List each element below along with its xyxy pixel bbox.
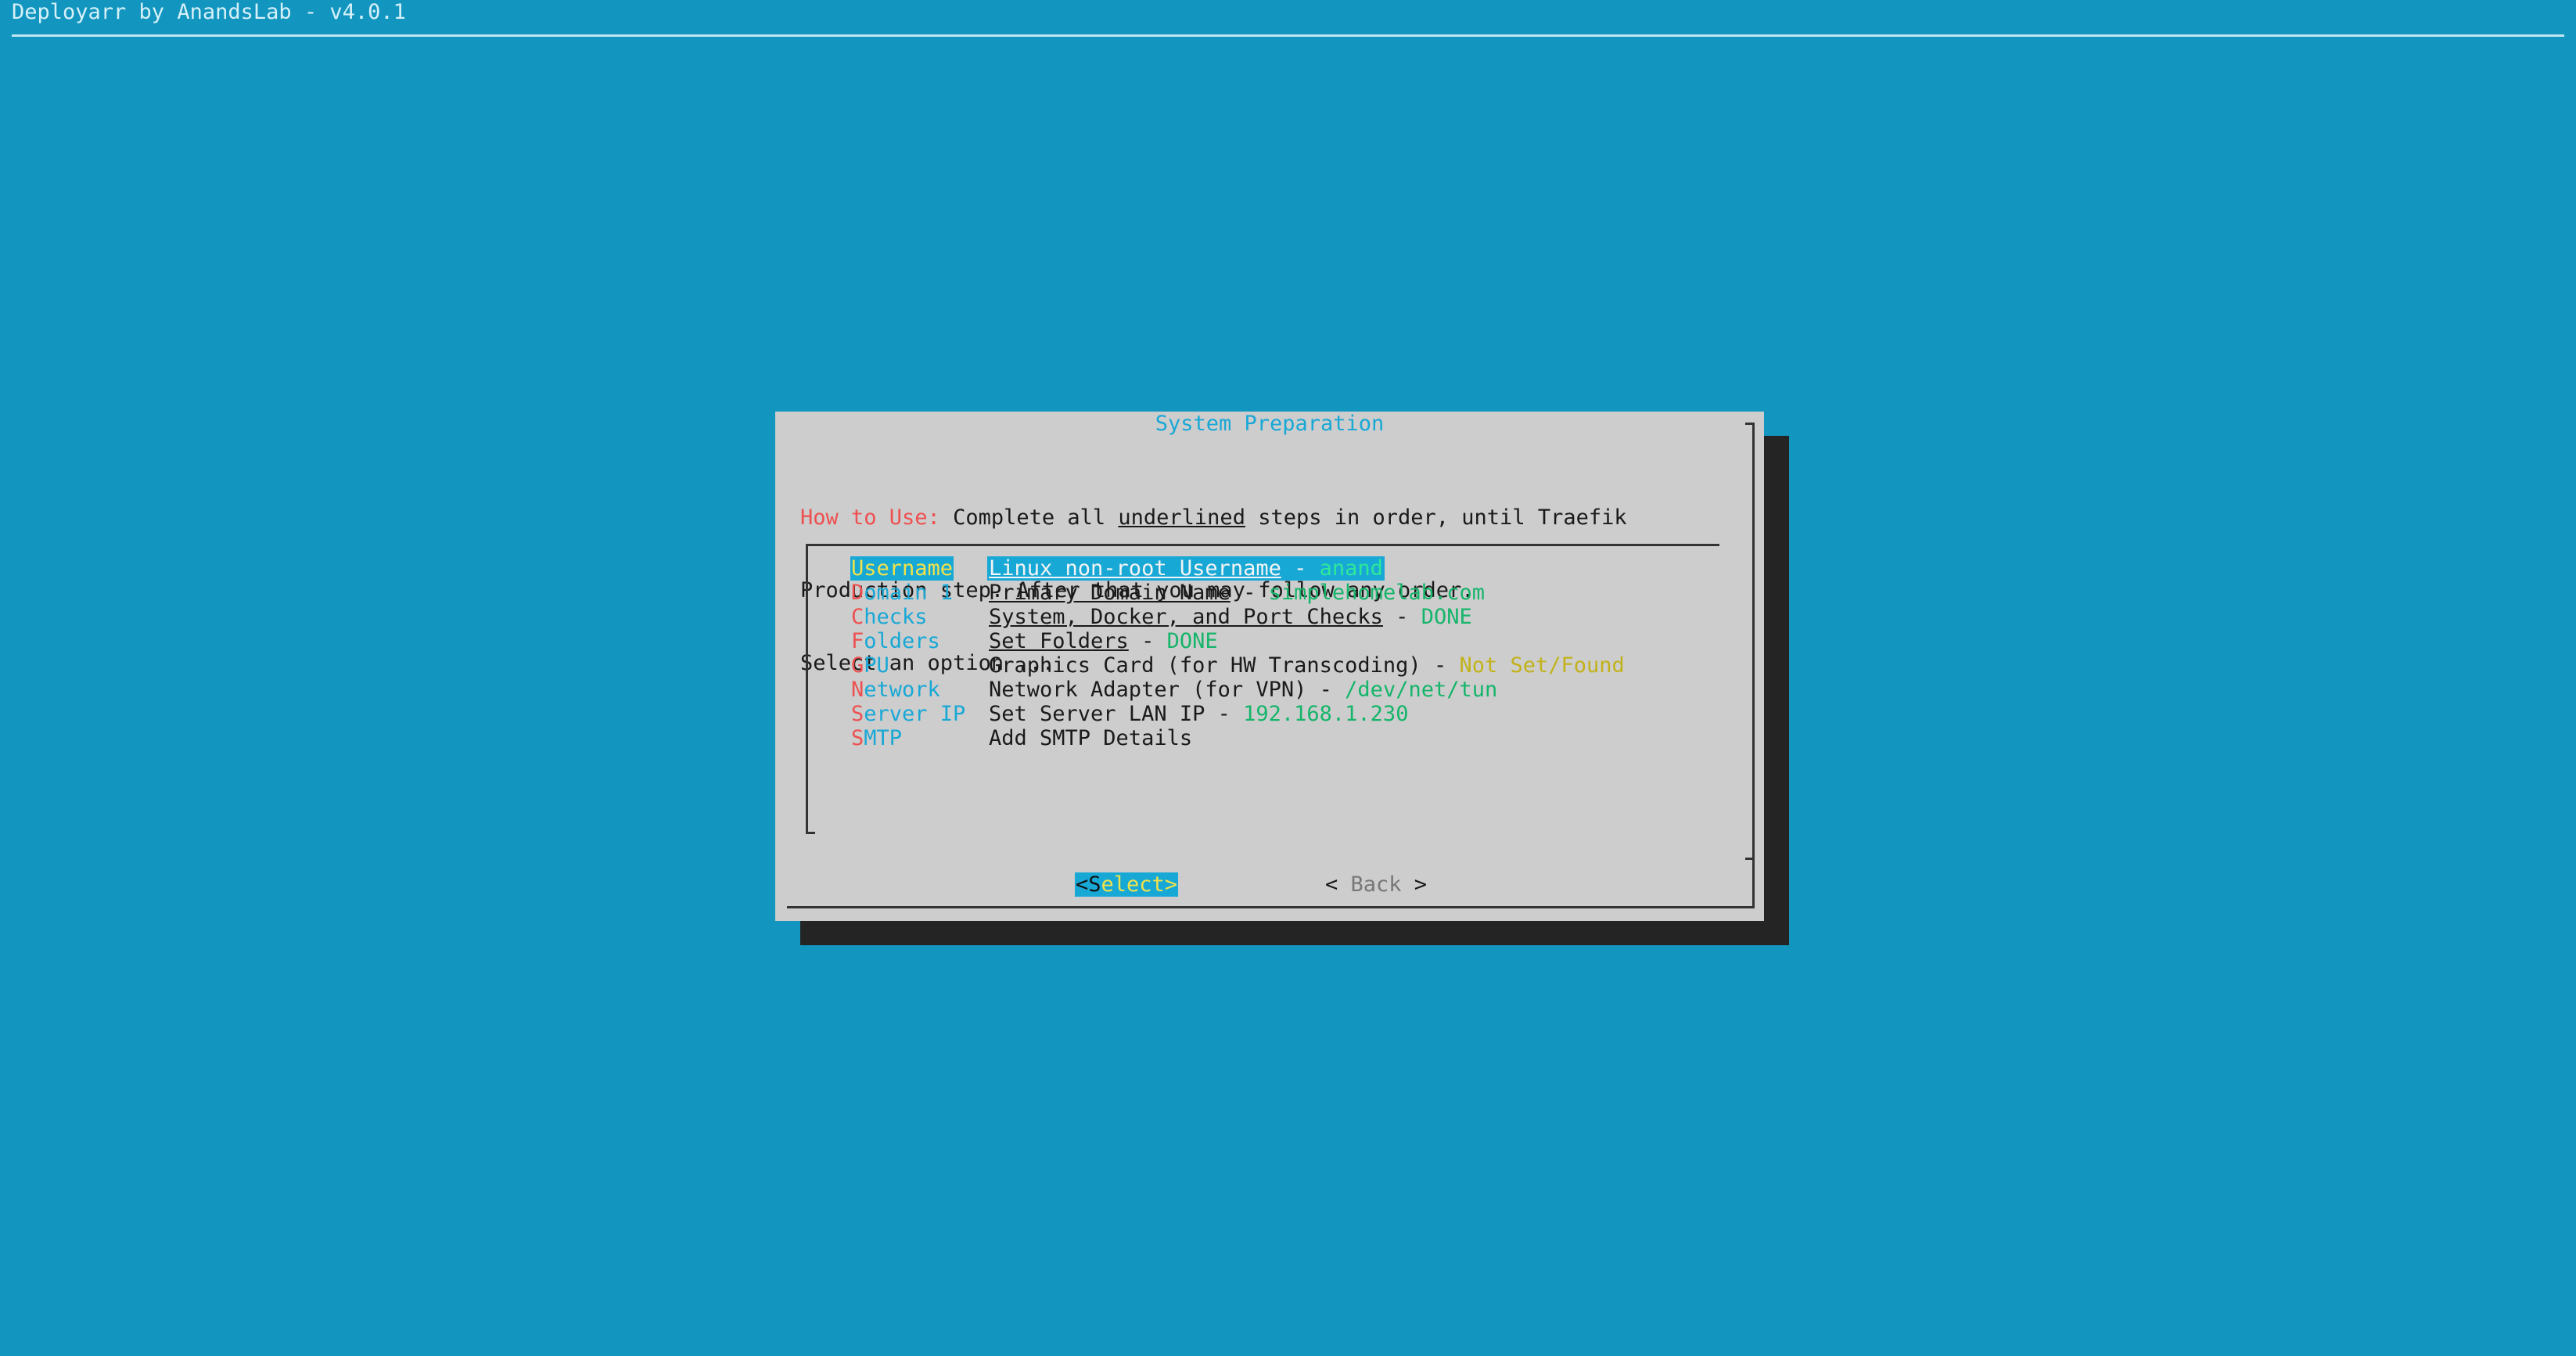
menu-item-status-value: /dev/net/tun — [1345, 678, 1498, 702]
dialog-frame-bottom — [787, 906, 1752, 908]
menu-item-step: Graphics Card (for HW Transcoding) — [989, 653, 1421, 678]
menu-item-step: Network Adapter (for VPN) — [989, 678, 1307, 702]
menu-item-separator: - — [1306, 678, 1345, 702]
menu-item-server-ip[interactable]: Server IP Set Server LAN IP - 192.168.1.2… — [850, 702, 1711, 726]
menu-item-domain-1[interactable]: Domain 1 Primary Domain Name - simplehome… — [850, 581, 1711, 605]
dialog-title: System Preparation — [1155, 412, 1385, 436]
menu-item-tag: Domain 1 — [850, 581, 954, 605]
menu-frame-corner — [806, 832, 815, 834]
menu-item-separator: - — [1421, 653, 1460, 678]
menu-item-description: System, Docker, and Port Checks - DONE — [989, 605, 1472, 629]
menu-item-tag: Network — [850, 678, 941, 702]
menu-item-description: Network Adapter (for VPN) - /dev/net/tun — [989, 678, 1497, 702]
menu-item-description: Graphics Card (for HW Transcoding) - Not… — [989, 653, 1625, 678]
menu-item-status-value: simplehomelab.com — [1268, 581, 1485, 605]
menu-item-tag: Server IP — [850, 702, 966, 726]
menu-item-tag-rest: hecks — [864, 605, 928, 629]
menu-item-description: Set Folders - DONE — [989, 629, 1218, 653]
menu-item-folders[interactable]: Folders Set Folders - DONE — [850, 629, 1711, 653]
menu-item-tag-rest: PU — [864, 653, 889, 678]
select-button-open: < — [1076, 872, 1089, 897]
app-title: Deployarr by AnandsLab - v4.0.1 — [12, 0, 406, 24]
menu-item-separator: - — [1128, 629, 1167, 653]
instructions-underlined-word: underlined — [1118, 505, 1245, 530]
back-button-close: > — [1401, 872, 1428, 897]
menu-item-smtp[interactable]: SMTP Add SMTP Details — [850, 726, 1711, 750]
menu-item-description: Linux non-root Username - anand — [987, 556, 1385, 581]
instructions-text-a: Complete all — [940, 505, 1119, 530]
menu-item-step: Set Server LAN IP — [989, 702, 1205, 726]
menu-item-separator: - — [1281, 556, 1320, 581]
select-button-hotkey: S — [1088, 872, 1101, 897]
back-button[interactable]: < Back > — [1325, 872, 1427, 897]
menu-item-description: Primary Domain Name - simplehomelab.com — [989, 581, 1485, 605]
menu-item-tag-rest: olders — [864, 629, 940, 653]
menu-item-description: Set Server LAN IP - 192.168.1.230 — [989, 702, 1408, 726]
back-button-label: Back — [1350, 872, 1402, 897]
menu-frame-left — [806, 544, 808, 834]
menu-item-tag: SMTP — [850, 726, 903, 750]
menu-item-required-step: Linux non-root Username — [989, 556, 1281, 581]
menu-item-hotkey: D — [851, 581, 864, 605]
menu-item-status-value: DONE — [1166, 629, 1218, 653]
menu-item-status-value: 192.168.1.230 — [1243, 702, 1409, 726]
menu-item-tag-rest: MTP — [864, 726, 903, 750]
menu-item-tag: Username — [850, 556, 954, 581]
menu-item-checks[interactable]: Checks System, Docker, and Port Checks - … — [850, 605, 1711, 629]
dialog-frame-mid-tick — [1745, 858, 1755, 860]
menu-item-required-step: Set Folders — [989, 629, 1129, 653]
menu-item-status-value: Not Set/Found — [1459, 653, 1625, 678]
menu-item-separator: - — [1230, 581, 1269, 605]
select-button[interactable]: <Select> — [1075, 872, 1179, 897]
menu-item-tag-rest: etwork — [864, 678, 940, 702]
dialog-frame-right — [1752, 423, 1755, 908]
menu-item-separator: - — [1205, 702, 1244, 726]
menu-item-hotkey: F — [851, 629, 864, 653]
menu-item-separator: - — [1382, 605, 1421, 629]
menu-item-step: Add SMTP Details — [989, 726, 1193, 750]
menu-frame-top — [806, 544, 1719, 546]
menu-item-hotkey: G — [851, 653, 864, 678]
menu-item-tag: GPU — [850, 653, 890, 678]
menu-item-required-step: System, Docker, and Port Checks — [989, 605, 1383, 629]
menu-item-hotkey: C — [851, 605, 864, 629]
system-preparation-dialog: System Preparation How to Use: Complete … — [775, 412, 1764, 921]
menu-item-hotkey: S — [851, 702, 864, 726]
menu-item-hotkey: S — [851, 726, 864, 750]
menu-item-hotkey: U — [851, 556, 864, 581]
menu-item-gpu[interactable]: GPU Graphics Card (for HW Transcoding) - … — [850, 653, 1711, 678]
menu-item-tag: Folders — [850, 629, 941, 653]
menu-item-status-value: anand — [1319, 556, 1383, 581]
menu-item-username[interactable]: Username Linux non-root Username - anand — [850, 556, 1711, 581]
menu-item-status-value: DONE — [1421, 605, 1472, 629]
menu-item-tag-rest: omain 1 — [864, 581, 954, 605]
title-divider — [12, 34, 2564, 37]
select-button-label: elect> — [1101, 872, 1178, 897]
menu-item-hotkey: N — [851, 678, 864, 702]
option-menu: Username Linux non-root Username - anand D… — [850, 556, 1711, 750]
menu-item-tag-rest: erver IP — [864, 702, 966, 726]
how-to-use-label: How to Use: — [800, 505, 940, 530]
instructions-text-b: steps in order, until Traefik — [1245, 505, 1627, 530]
menu-item-network[interactable]: Network Network Adapter (for VPN) - /dev/… — [850, 678, 1711, 702]
instructions-line-1: How to Use: Complete all underlined step… — [800, 505, 1627, 530]
menu-item-tag: Checks — [850, 605, 929, 629]
menu-item-required-step: Primary Domain Name — [989, 581, 1231, 605]
menu-item-tag-rest: sername — [864, 556, 954, 581]
menu-item-description: Add SMTP Details — [989, 726, 1192, 750]
back-button-open: < — [1325, 872, 1351, 897]
